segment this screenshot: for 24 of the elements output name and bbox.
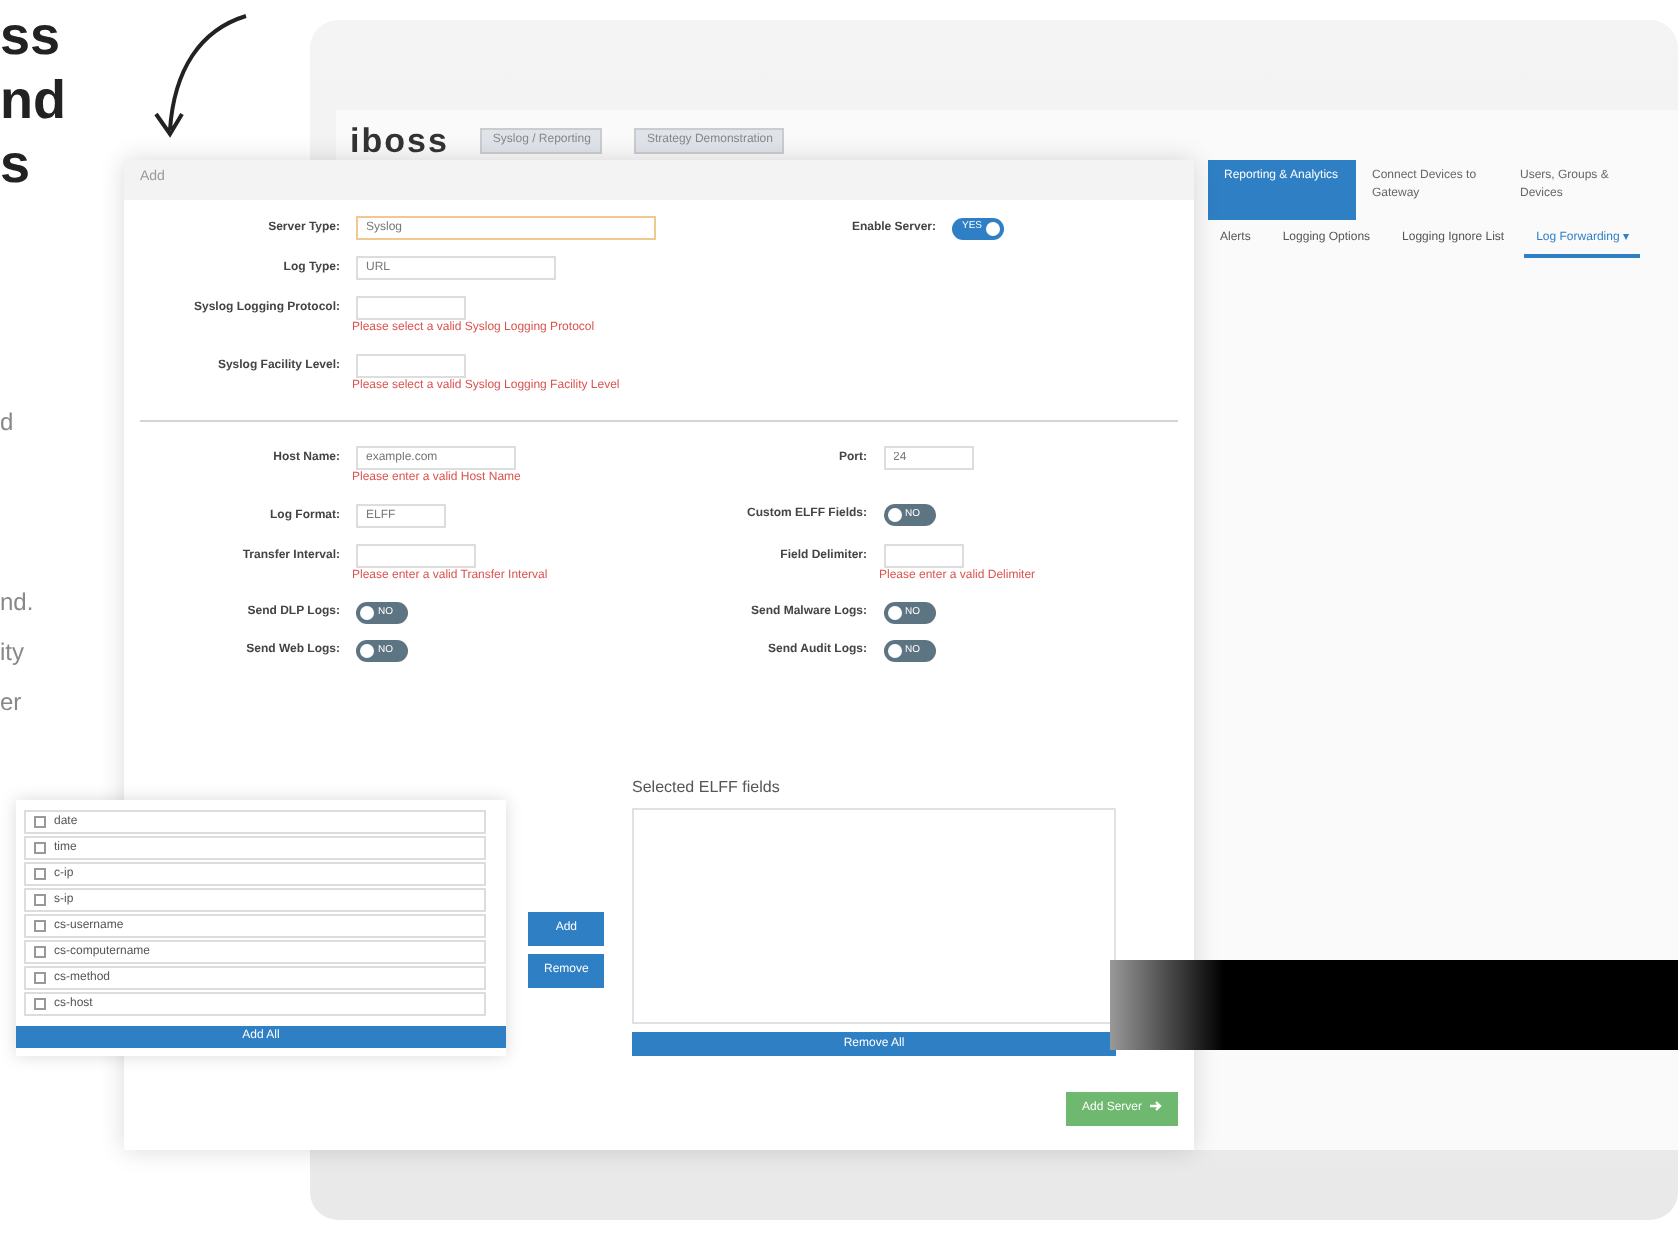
- checkbox[interactable]: [34, 816, 46, 828]
- panel-title: Selected ELFF fields: [632, 776, 782, 800]
- arrow-right-icon: [1150, 1100, 1163, 1113]
- body-text: er: [0, 686, 22, 720]
- checkbox[interactable]: [34, 894, 46, 906]
- select-field[interactable]: [356, 296, 466, 320]
- body-text: ity: [0, 636, 24, 670]
- curved-arrow-icon: [150, 10, 250, 140]
- body-text: nd.: [0, 586, 34, 620]
- headline-text: nd: [0, 74, 66, 128]
- logo-text: iboss: [350, 120, 449, 164]
- headline-text: s: [0, 138, 31, 192]
- checkbox[interactable]: [34, 920, 46, 932]
- input-field[interactable]: [356, 544, 476, 568]
- checkbox[interactable]: [34, 998, 46, 1010]
- headline-text: ss: [0, 10, 61, 64]
- checkbox[interactable]: [34, 972, 46, 984]
- select-field[interactable]: [356, 354, 466, 378]
- body-text: d: [0, 406, 14, 440]
- input-field[interactable]: [883, 544, 963, 568]
- selected-fields-list[interactable]: [632, 808, 1116, 1024]
- checkbox[interactable]: [34, 868, 46, 880]
- checkbox[interactable]: [34, 842, 46, 854]
- checkbox[interactable]: [34, 946, 46, 958]
